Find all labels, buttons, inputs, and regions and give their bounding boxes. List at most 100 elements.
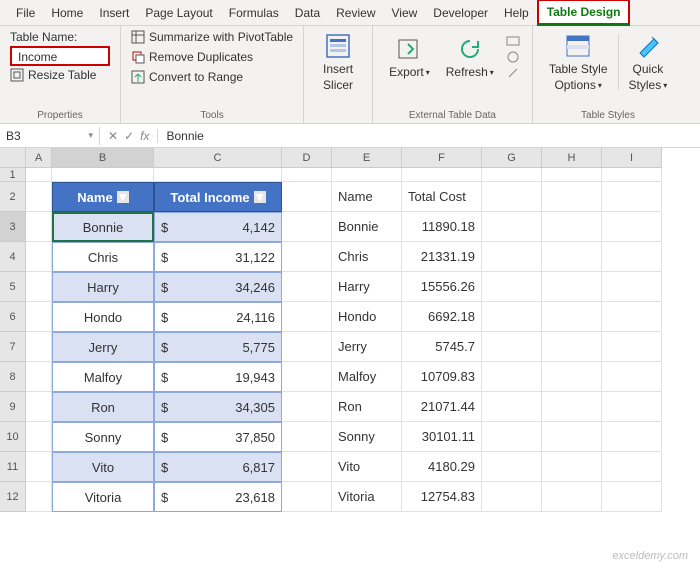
table-cell-income[interactable]: $31,122 xyxy=(154,242,282,272)
cell-blank[interactable] xyxy=(542,482,602,512)
table-cell-name[interactable]: Vito xyxy=(52,452,154,482)
table-cell-name[interactable]: Bonnie xyxy=(52,212,154,242)
cell-blank[interactable] xyxy=(542,212,602,242)
cell-blank[interactable] xyxy=(482,272,542,302)
cell-blank[interactable] xyxy=(482,332,542,362)
table-cell-income[interactable]: $23,618 xyxy=(154,482,282,512)
cell-blank[interactable] xyxy=(282,242,332,272)
table-cell-income[interactable]: $4,142 xyxy=(154,212,282,242)
cell-blank[interactable] xyxy=(282,452,332,482)
side-cell-cost[interactable]: 5745.7 xyxy=(402,332,482,362)
cell-blank[interactable] xyxy=(332,168,402,182)
side-cell-cost[interactable]: 21331.19 xyxy=(402,242,482,272)
row-header-3[interactable]: 3 xyxy=(0,212,26,242)
tab-view[interactable]: View xyxy=(384,2,426,24)
row-header-12[interactable]: 12 xyxy=(0,482,26,512)
cell-blank[interactable] xyxy=(542,302,602,332)
formula-input[interactable]: Bonnie xyxy=(158,127,700,145)
cell-blank[interactable] xyxy=(282,182,332,212)
tab-home[interactable]: Home xyxy=(43,2,91,24)
table-cell-name[interactable]: Chris xyxy=(52,242,154,272)
cell-blank[interactable] xyxy=(26,272,52,302)
cell-blank[interactable] xyxy=(602,272,662,302)
quick-styles-button[interactable]: Quick Styles▾ xyxy=(623,30,674,94)
row-header-9[interactable]: 9 xyxy=(0,392,26,422)
tab-data[interactable]: Data xyxy=(287,2,328,24)
cell-blank[interactable] xyxy=(542,182,602,212)
tab-help[interactable]: Help xyxy=(496,2,537,24)
cell-blank[interactable] xyxy=(542,272,602,302)
col-header-F[interactable]: F xyxy=(402,148,482,168)
cell-blank[interactable] xyxy=(282,168,332,182)
fx-icon[interactable]: fx xyxy=(140,129,149,143)
col-header-B[interactable]: B xyxy=(52,148,154,168)
cell-blank[interactable] xyxy=(26,452,52,482)
resize-table-button[interactable]: Resize Table xyxy=(10,68,110,82)
cell-blank[interactable] xyxy=(602,452,662,482)
table-cell-income[interactable]: $34,305 xyxy=(154,392,282,422)
cell-blank[interactable] xyxy=(482,392,542,422)
table-cell-name[interactable]: Jerry xyxy=(52,332,154,362)
cell-blank[interactable] xyxy=(26,242,52,272)
tab-page-layout[interactable]: Page Layout xyxy=(137,2,220,24)
enter-icon[interactable]: ✓ xyxy=(124,129,134,143)
row-header-7[interactable]: 7 xyxy=(0,332,26,362)
link-props-icon[interactable] xyxy=(506,34,520,48)
table-cell-name[interactable]: Ron xyxy=(52,392,154,422)
side-cell-name[interactable]: Vito xyxy=(332,452,402,482)
cell-blank[interactable] xyxy=(542,242,602,272)
insert-slicer-button[interactable]: Insert Slicer xyxy=(314,30,362,94)
table-cell-name[interactable]: Hondo xyxy=(52,302,154,332)
remove-duplicates-button[interactable]: Remove Duplicates xyxy=(131,50,293,64)
cell-blank[interactable] xyxy=(542,168,602,182)
side-cell-cost[interactable]: 15556.26 xyxy=(402,272,482,302)
cell-blank[interactable] xyxy=(542,452,602,482)
col-header-A[interactable]: A xyxy=(26,148,52,168)
side-cell-cost[interactable]: 6692.18 xyxy=(402,302,482,332)
pivot-button[interactable]: Summarize with PivotTable xyxy=(131,30,293,44)
cell-blank[interactable] xyxy=(26,392,52,422)
table-cell-income[interactable]: $6,817 xyxy=(154,452,282,482)
table-cell-name[interactable]: Malfoy xyxy=(52,362,154,392)
cell-blank[interactable] xyxy=(542,332,602,362)
row-header-6[interactable]: 6 xyxy=(0,302,26,332)
table-cell-income[interactable]: $24,116 xyxy=(154,302,282,332)
row-header-1[interactable]: 1 xyxy=(0,168,26,182)
cell-blank[interactable] xyxy=(282,362,332,392)
cell-grid[interactable]: Name▾Total Income▾Bonnie$4,142Chris$31,1… xyxy=(26,168,662,512)
cell-blank[interactable] xyxy=(542,362,602,392)
side-cell-cost[interactable]: 4180.29 xyxy=(402,452,482,482)
tab-insert[interactable]: Insert xyxy=(91,2,137,24)
cell-blank[interactable] xyxy=(282,422,332,452)
col-header-C[interactable]: C xyxy=(154,148,282,168)
cell-blank[interactable] xyxy=(26,422,52,452)
side-cell-name[interactable]: Harry xyxy=(332,272,402,302)
side-cell-name[interactable]: Vitoria xyxy=(332,482,402,512)
name-box[interactable]: B3 ▾ xyxy=(0,127,100,145)
side-cell-name[interactable]: Ron xyxy=(332,392,402,422)
col-header-G[interactable]: G xyxy=(482,148,542,168)
tab-file[interactable]: File xyxy=(8,2,43,24)
row-header-2[interactable]: 2 xyxy=(0,182,26,212)
cell-blank[interactable] xyxy=(26,182,52,212)
side-cell-cost[interactable]: 30101.11 xyxy=(402,422,482,452)
table-cell-name[interactable]: Vitoria xyxy=(52,482,154,512)
filter-icon[interactable]: ▾ xyxy=(254,191,266,203)
col-header-H[interactable]: H xyxy=(542,148,602,168)
cell-blank[interactable] xyxy=(26,362,52,392)
select-all-corner[interactable] xyxy=(0,148,26,168)
table-cell-income[interactable]: $5,775 xyxy=(154,332,282,362)
export-button[interactable]: Export▾ xyxy=(383,30,436,84)
cell-blank[interactable] xyxy=(482,212,542,242)
cell-blank[interactable] xyxy=(282,392,332,422)
filter-icon[interactable]: ▾ xyxy=(117,191,129,203)
table-cell-income[interactable]: $19,943 xyxy=(154,362,282,392)
open-browser-icon[interactable] xyxy=(506,50,520,64)
convert-range-button[interactable]: Convert to Range xyxy=(131,70,293,84)
cell-blank[interactable] xyxy=(282,272,332,302)
cell-blank[interactable] xyxy=(542,392,602,422)
side-cell-cost[interactable]: 11890.18 xyxy=(402,212,482,242)
cell-blank[interactable] xyxy=(26,212,52,242)
col-header-I[interactable]: I xyxy=(602,148,662,168)
row-header-11[interactable]: 11 xyxy=(0,452,26,482)
